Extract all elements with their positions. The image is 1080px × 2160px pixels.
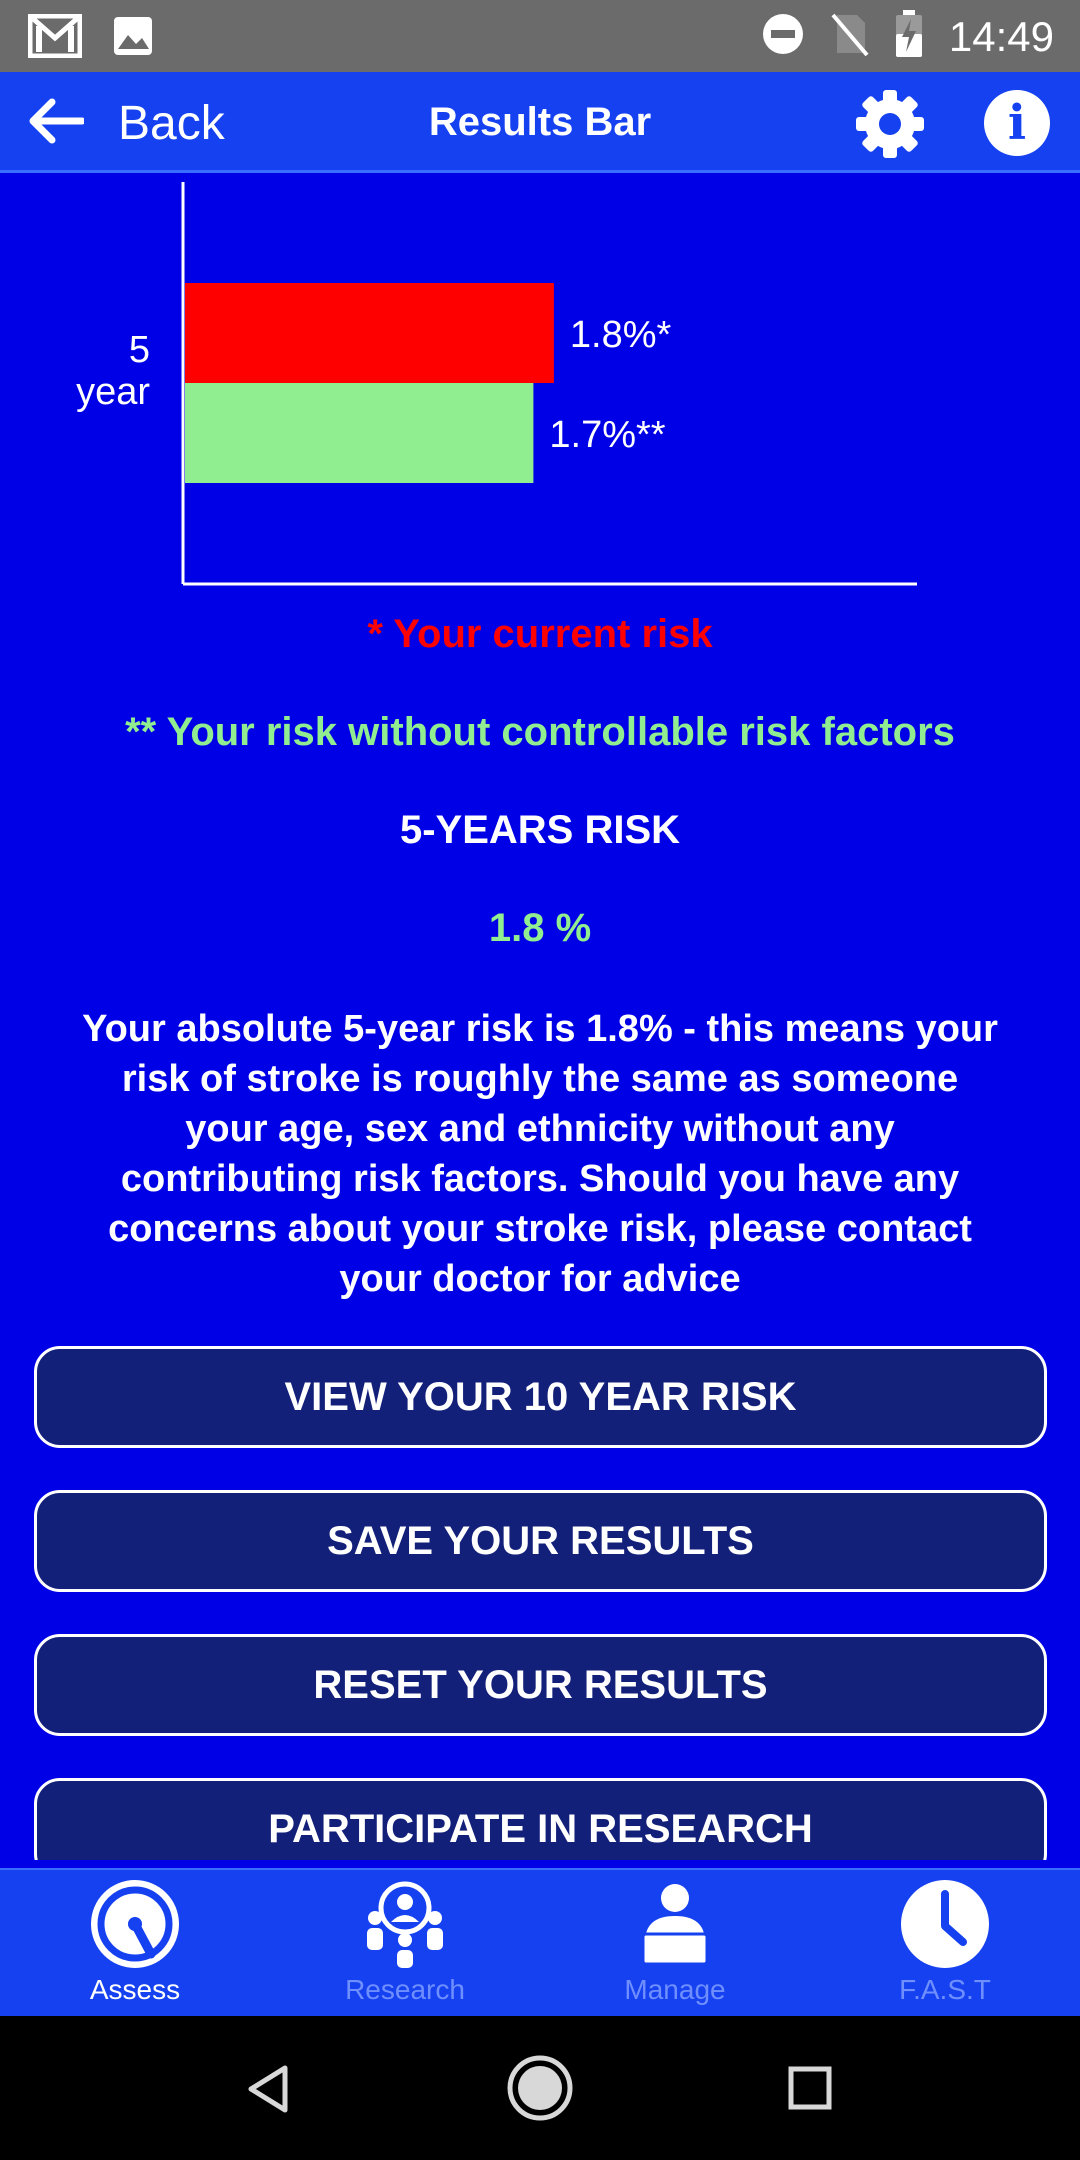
nav-assess[interactable]: Assess	[0, 1870, 270, 2018]
risk-value: 1.8 %	[488, 906, 592, 950]
risk-description: Your absolute 5-year risk is 1.8% - this…	[82, 1008, 998, 1300]
participate-research-button[interactable]: PARTICIPATE IN RESEARCH	[34, 1778, 1047, 1860]
system-recents-icon[interactable]	[788, 2066, 832, 2115]
nav-manage-label: Manage	[624, 1974, 726, 2005]
bars-group: 1.8%* 1.7%**	[185, 283, 672, 483]
no-sim-icon	[831, 11, 869, 62]
status-bar: 14:49	[0, 0, 1080, 72]
risk-heading: 5-YEARS RISK	[399, 808, 681, 852]
clock-icon	[899, 1878, 991, 1970]
system-back-icon[interactable]	[245, 2064, 291, 2119]
chart-svg: 5 year 1.8%* 1.7%**	[76, 182, 917, 586]
reset-results-button[interactable]: RESET YOUR RESULTS	[34, 1634, 1047, 1736]
save-results-button[interactable]: SAVE YOUR RESULTS	[34, 1490, 1047, 1592]
bar-series-1	[185, 283, 554, 383]
bar-data-label-1: 1.8%*	[570, 314, 672, 356]
gear-icon	[856, 90, 924, 158]
gmail-notification-icon	[27, 13, 83, 63]
legend-current-risk: * Your current risk	[367, 612, 713, 656]
category-label-line-1: 5	[129, 329, 150, 371]
person-laptop-icon	[629, 1878, 721, 1970]
status-time: 14:49	[948, 12, 1054, 60]
nav-fast[interactable]: F.A.S.T	[810, 1870, 1080, 2018]
nav-research-label: Research	[345, 1974, 465, 2005]
app-header: Back Results Bar i	[0, 72, 1080, 173]
battery-charging-icon	[895, 10, 923, 63]
info-icon: i	[1007, 95, 1027, 151]
do-not-disturb-icon	[761, 12, 805, 61]
bar-series-2	[185, 383, 534, 483]
settings-button[interactable]	[852, 86, 928, 162]
system-navigation-bar	[0, 2016, 1080, 2160]
legend-risk-without-factors: ** Your risk without controllable risk f…	[125, 710, 955, 754]
risk-bar-chart: 5 year 1.8%* 1.7%**	[0, 176, 1080, 596]
bottom-navigation: Assess Research Manage F.A.S.T	[0, 1868, 1080, 2016]
nav-assess-label: Assess	[89, 1974, 181, 2005]
view-10-year-risk-button[interactable]: VIEW YOUR 10 YEAR RISK	[34, 1346, 1047, 1448]
research-people-icon	[359, 1878, 451, 1970]
system-home-icon[interactable]	[506, 2054, 574, 2127]
scroll-clip: PARTICIPATE IN RESEARCH	[0, 1760, 1080, 1860]
image-notification-icon	[112, 15, 154, 62]
bar-data-label-2: 1.7%**	[549, 414, 665, 456]
category-label-line-2: year	[76, 371, 150, 413]
nav-research[interactable]: Research	[270, 1870, 540, 2018]
nav-fast-label: F.A.S.T	[899, 1974, 991, 2005]
speedometer-icon	[89, 1878, 181, 1970]
info-button[interactable]: i	[984, 90, 1050, 156]
nav-manage[interactable]: Manage	[540, 1870, 810, 2018]
